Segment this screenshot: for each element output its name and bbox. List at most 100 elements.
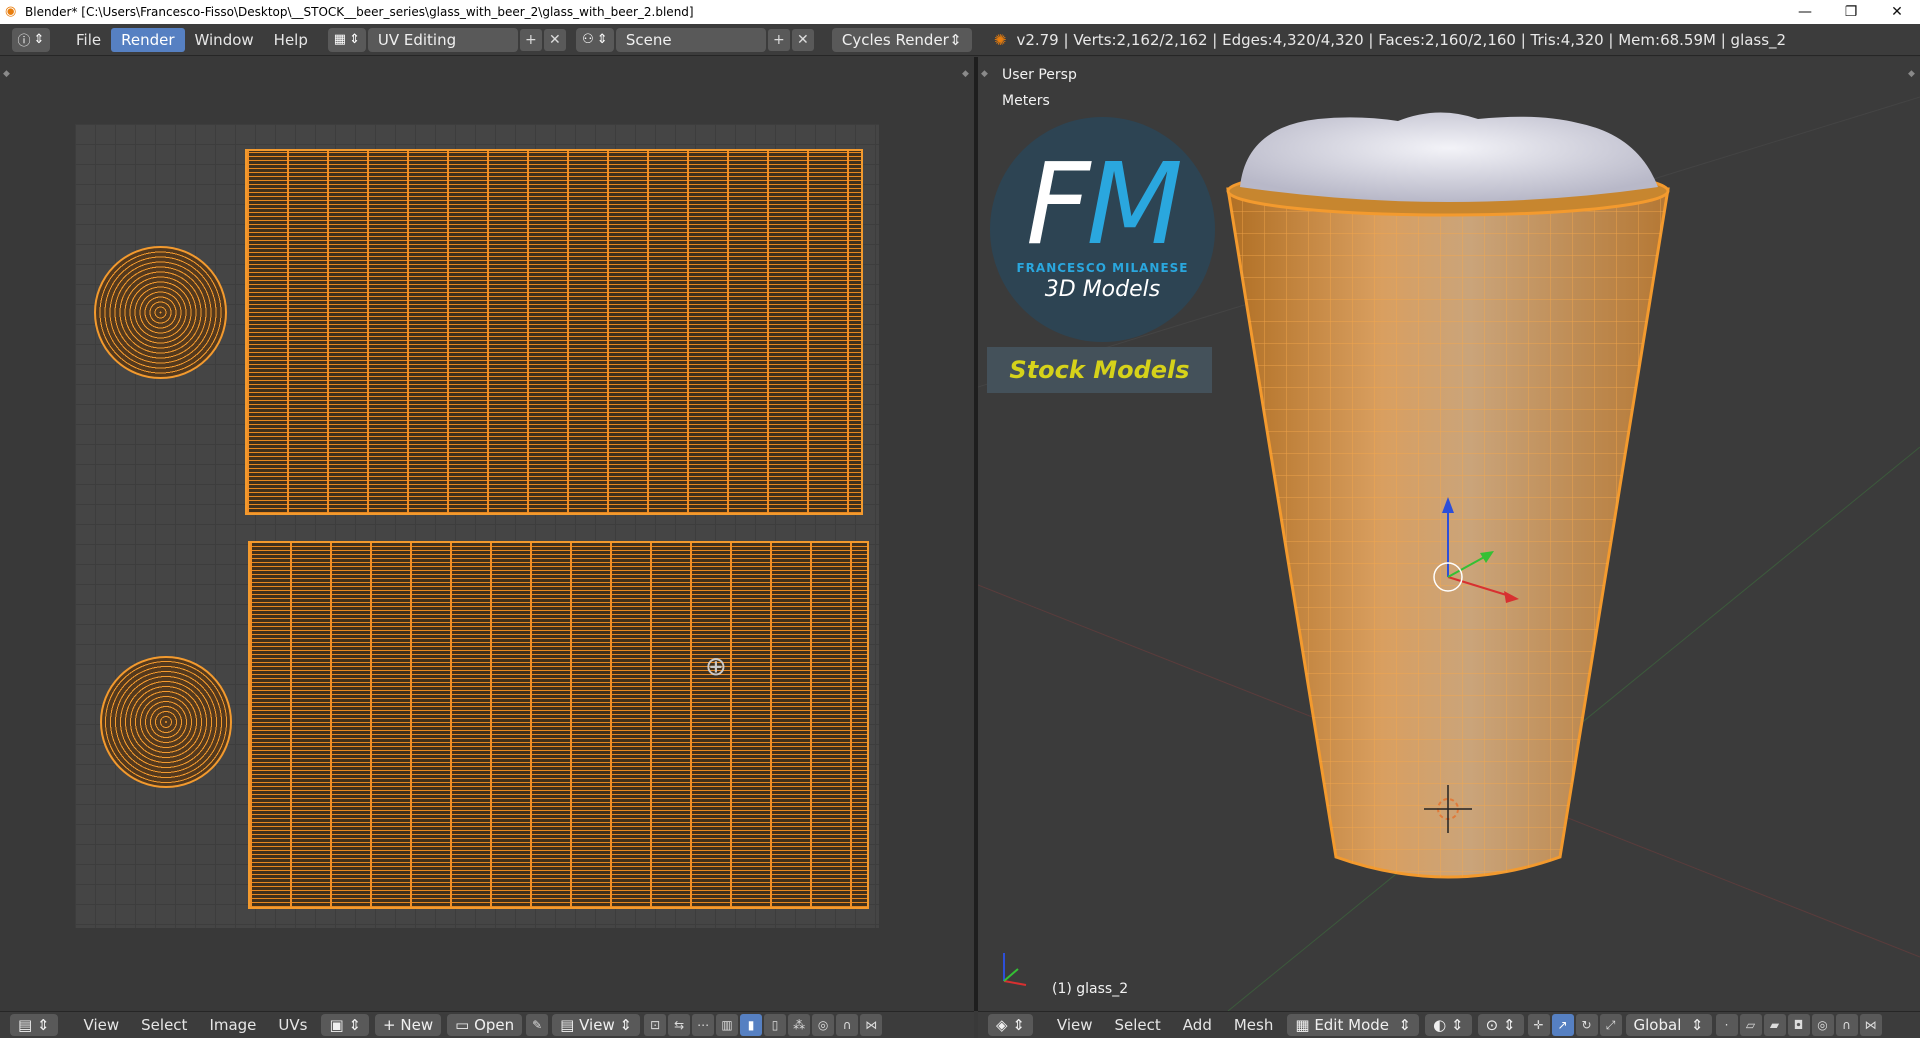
menu-help[interactable]: Help xyxy=(264,28,318,52)
uv-menu-view[interactable]: View xyxy=(73,1016,131,1034)
edge-select-icon[interactable]: ▥ xyxy=(716,1014,739,1036)
logo-name: FRANCESCO MILANESE xyxy=(1016,261,1189,275)
snap-target-icon[interactable]: ⋈ xyxy=(860,1014,883,1036)
2d-cursor-icon[interactable]: ⊕ xyxy=(705,654,727,680)
screen-layout-field[interactable]: UV Editing xyxy=(367,27,518,52)
mode-dropdown[interactable]: ▦ Edit Mode ⇕ xyxy=(1287,1014,1420,1036)
scene-field[interactable]: Scene xyxy=(615,27,766,52)
menu-file[interactable]: File xyxy=(66,28,111,52)
editor-type-dropdown[interactable]: ▤ ⇕ xyxy=(10,1014,58,1036)
3d-menu-select[interactable]: Select xyxy=(1104,1016,1172,1034)
close-icon: ✕ xyxy=(549,31,561,48)
proportional-edit-icon[interactable]: ◎ xyxy=(812,1014,835,1036)
scene-stats: v2.79 | Verts:2,162/2,162 | Edges:4,320/… xyxy=(1016,30,1787,49)
rotate-icon[interactable]: ↻ xyxy=(1575,1014,1598,1036)
chevron-updown-icon: ⇕ xyxy=(36,1016,50,1034)
scale-icon[interactable]: ⤢ xyxy=(1599,1014,1622,1036)
view-axis-y xyxy=(1003,968,1019,982)
chevron-updown-icon: ⇕ xyxy=(349,32,360,47)
face-select-icon[interactable]: ▰ xyxy=(1763,1014,1786,1036)
new-image-button[interactable]: + New xyxy=(375,1014,442,1036)
uv-menu-select[interactable]: Select xyxy=(130,1016,198,1034)
snap-target-icon[interactable]: ⋈ xyxy=(1859,1014,1882,1036)
pin-icon[interactable]: ✎ xyxy=(526,1014,549,1036)
area-split-handle-icon[interactable]: ◆ xyxy=(962,69,969,79)
snap-icon[interactable]: ∩ xyxy=(1835,1014,1858,1036)
chevron-updown-icon: ⇕ xyxy=(949,30,962,49)
chevron-updown-icon: ⇕ xyxy=(33,32,45,47)
island-select-icon[interactable]: ▯ xyxy=(764,1014,787,1036)
add-scene-button[interactable]: + xyxy=(767,28,790,51)
image-icon: ▣ xyxy=(329,1016,344,1034)
3d-menu-mesh[interactable]: Mesh xyxy=(1223,1016,1285,1034)
manipulator-icon[interactable]: ✛ xyxy=(1527,1014,1550,1036)
uv-island-side-top[interactable] xyxy=(245,149,863,515)
pivot-icon: ⊙ xyxy=(1485,1016,1499,1034)
3d-view-header: ◈ ⇕ View Select Add Mesh ▦ Edit Mode ⇕ ◐… xyxy=(978,1011,1920,1038)
plus-icon: + xyxy=(525,31,537,48)
area-split-handle-icon[interactable]: ◆ xyxy=(981,69,988,79)
window-titlebar: ◉ Blender* [C:\Users\Francesco-Fisso\Des… xyxy=(0,0,1920,24)
3d-menu-add[interactable]: Add xyxy=(1172,1016,1223,1034)
edge-select-icon[interactable]: ▱ xyxy=(1739,1014,1762,1036)
close-icon: ✕ xyxy=(797,31,809,48)
translate-icon[interactable]: ↗ xyxy=(1551,1014,1574,1036)
uv-grid: ⊕ xyxy=(75,124,879,928)
shading-icon: ◐ xyxy=(1433,1016,1447,1034)
editor-type-dropdown[interactable]: ◈ ⇕ xyxy=(988,1014,1033,1036)
pivot-dropdown[interactable]: ⊙ ⇕ xyxy=(1477,1014,1524,1036)
face-select-icon[interactable]: ▮ xyxy=(740,1014,763,1036)
uv-menu-image[interactable]: Image xyxy=(198,1016,267,1034)
uv-editor-header: ▤ ⇕ View Select Image UVs ▣ ⇕ + New ▭ Op… xyxy=(0,1011,974,1038)
vertex-select-icon[interactable]: ⋯ xyxy=(692,1014,715,1036)
active-object-label: (1) glass_2 xyxy=(1052,981,1129,997)
chevron-updown-icon: ⇕ xyxy=(619,1016,633,1034)
editor-type-info-dropdown[interactable]: ⓘ ⇕ xyxy=(12,27,50,52)
uv-menu-uvs[interactable]: UVs xyxy=(267,1016,318,1034)
limit-selection-icon[interactable]: ◘ xyxy=(1787,1014,1810,1036)
menu-window[interactable]: Window xyxy=(185,28,264,52)
area-split-handle-icon[interactable]: ◆ xyxy=(3,69,10,79)
transform-orientation-dropdown[interactable]: Global ⇕ xyxy=(1625,1014,1712,1036)
uv-image-editor[interactable]: ◆ ◆ ⊕ xyxy=(0,57,974,1011)
plus-icon: + xyxy=(773,31,785,48)
view-axis-x xyxy=(1003,980,1027,986)
logo-subtitle: 3D Models xyxy=(1044,277,1161,302)
chevron-updown-icon: ⇕ xyxy=(1451,1016,1464,1034)
3d-viewport[interactable]: User Persp Meters FM FRANCESCO MILANESE … xyxy=(978,57,1920,1011)
edit-mode-icon: ▦ xyxy=(1295,1016,1310,1034)
chevron-updown-icon: ⇕ xyxy=(1502,1016,1516,1034)
render-engine-dropdown[interactable]: Cycles Render ⇕ xyxy=(831,27,972,52)
chevron-updown-icon: ⇕ xyxy=(1398,1016,1412,1034)
stock-models-label: Stock Models xyxy=(1009,356,1190,384)
sticky-select-icon[interactable]: ⁂ xyxy=(788,1014,811,1036)
menu-render[interactable]: Render xyxy=(111,27,185,52)
scene-icon: ⚇ xyxy=(582,32,594,47)
remove-scene-button[interactable]: ✕ xyxy=(791,28,814,51)
francesco-milanese-logo: FM FRANCESCO MILANESE 3D Models xyxy=(990,117,1215,342)
remove-screen-button[interactable]: ✕ xyxy=(543,28,566,51)
uv-island-disk-top[interactable] xyxy=(94,246,227,379)
add-screen-button[interactable]: + xyxy=(519,28,542,51)
proportional-edit-icon[interactable]: ◎ xyxy=(1811,1014,1834,1036)
scene-dropdown[interactable]: ⚇ ⇕ xyxy=(575,27,614,52)
close-button[interactable]: ✕ xyxy=(1874,0,1920,24)
image-browse-dropdown[interactable]: ▣ ⇕ xyxy=(321,1014,370,1036)
image-editor-icon: ▤ xyxy=(18,1016,33,1034)
shading-dropdown[interactable]: ◐ ⇕ xyxy=(1425,1014,1472,1036)
view-mode-dropdown[interactable]: ▤ View ⇕ xyxy=(552,1014,641,1036)
uv-island-side-bottom[interactable] xyxy=(248,541,869,909)
uv-island-disk-bottom[interactable] xyxy=(100,656,232,788)
vertex-select-icon[interactable]: ⋅ xyxy=(1715,1014,1738,1036)
3d-menu-view[interactable]: View xyxy=(1046,1016,1104,1034)
open-image-button[interactable]: ▭ Open xyxy=(447,1014,523,1036)
chevron-updown-icon: ⇕ xyxy=(1690,1016,1704,1034)
screen-layout-dropdown[interactable]: ▦ ⇕ xyxy=(327,27,366,52)
view-mode-icon: ▤ xyxy=(560,1016,575,1034)
area-split-handle-icon[interactable]: ◆ xyxy=(1908,69,1915,79)
restore-button[interactable]: ❐ xyxy=(1828,0,1874,24)
snap-icon[interactable]: ∩ xyxy=(836,1014,859,1036)
sync-selection-icon[interactable]: ⇆ xyxy=(668,1014,691,1036)
minimize-button[interactable]: — xyxy=(1782,0,1828,24)
pivot-icon[interactable]: ⊡ xyxy=(644,1014,667,1036)
